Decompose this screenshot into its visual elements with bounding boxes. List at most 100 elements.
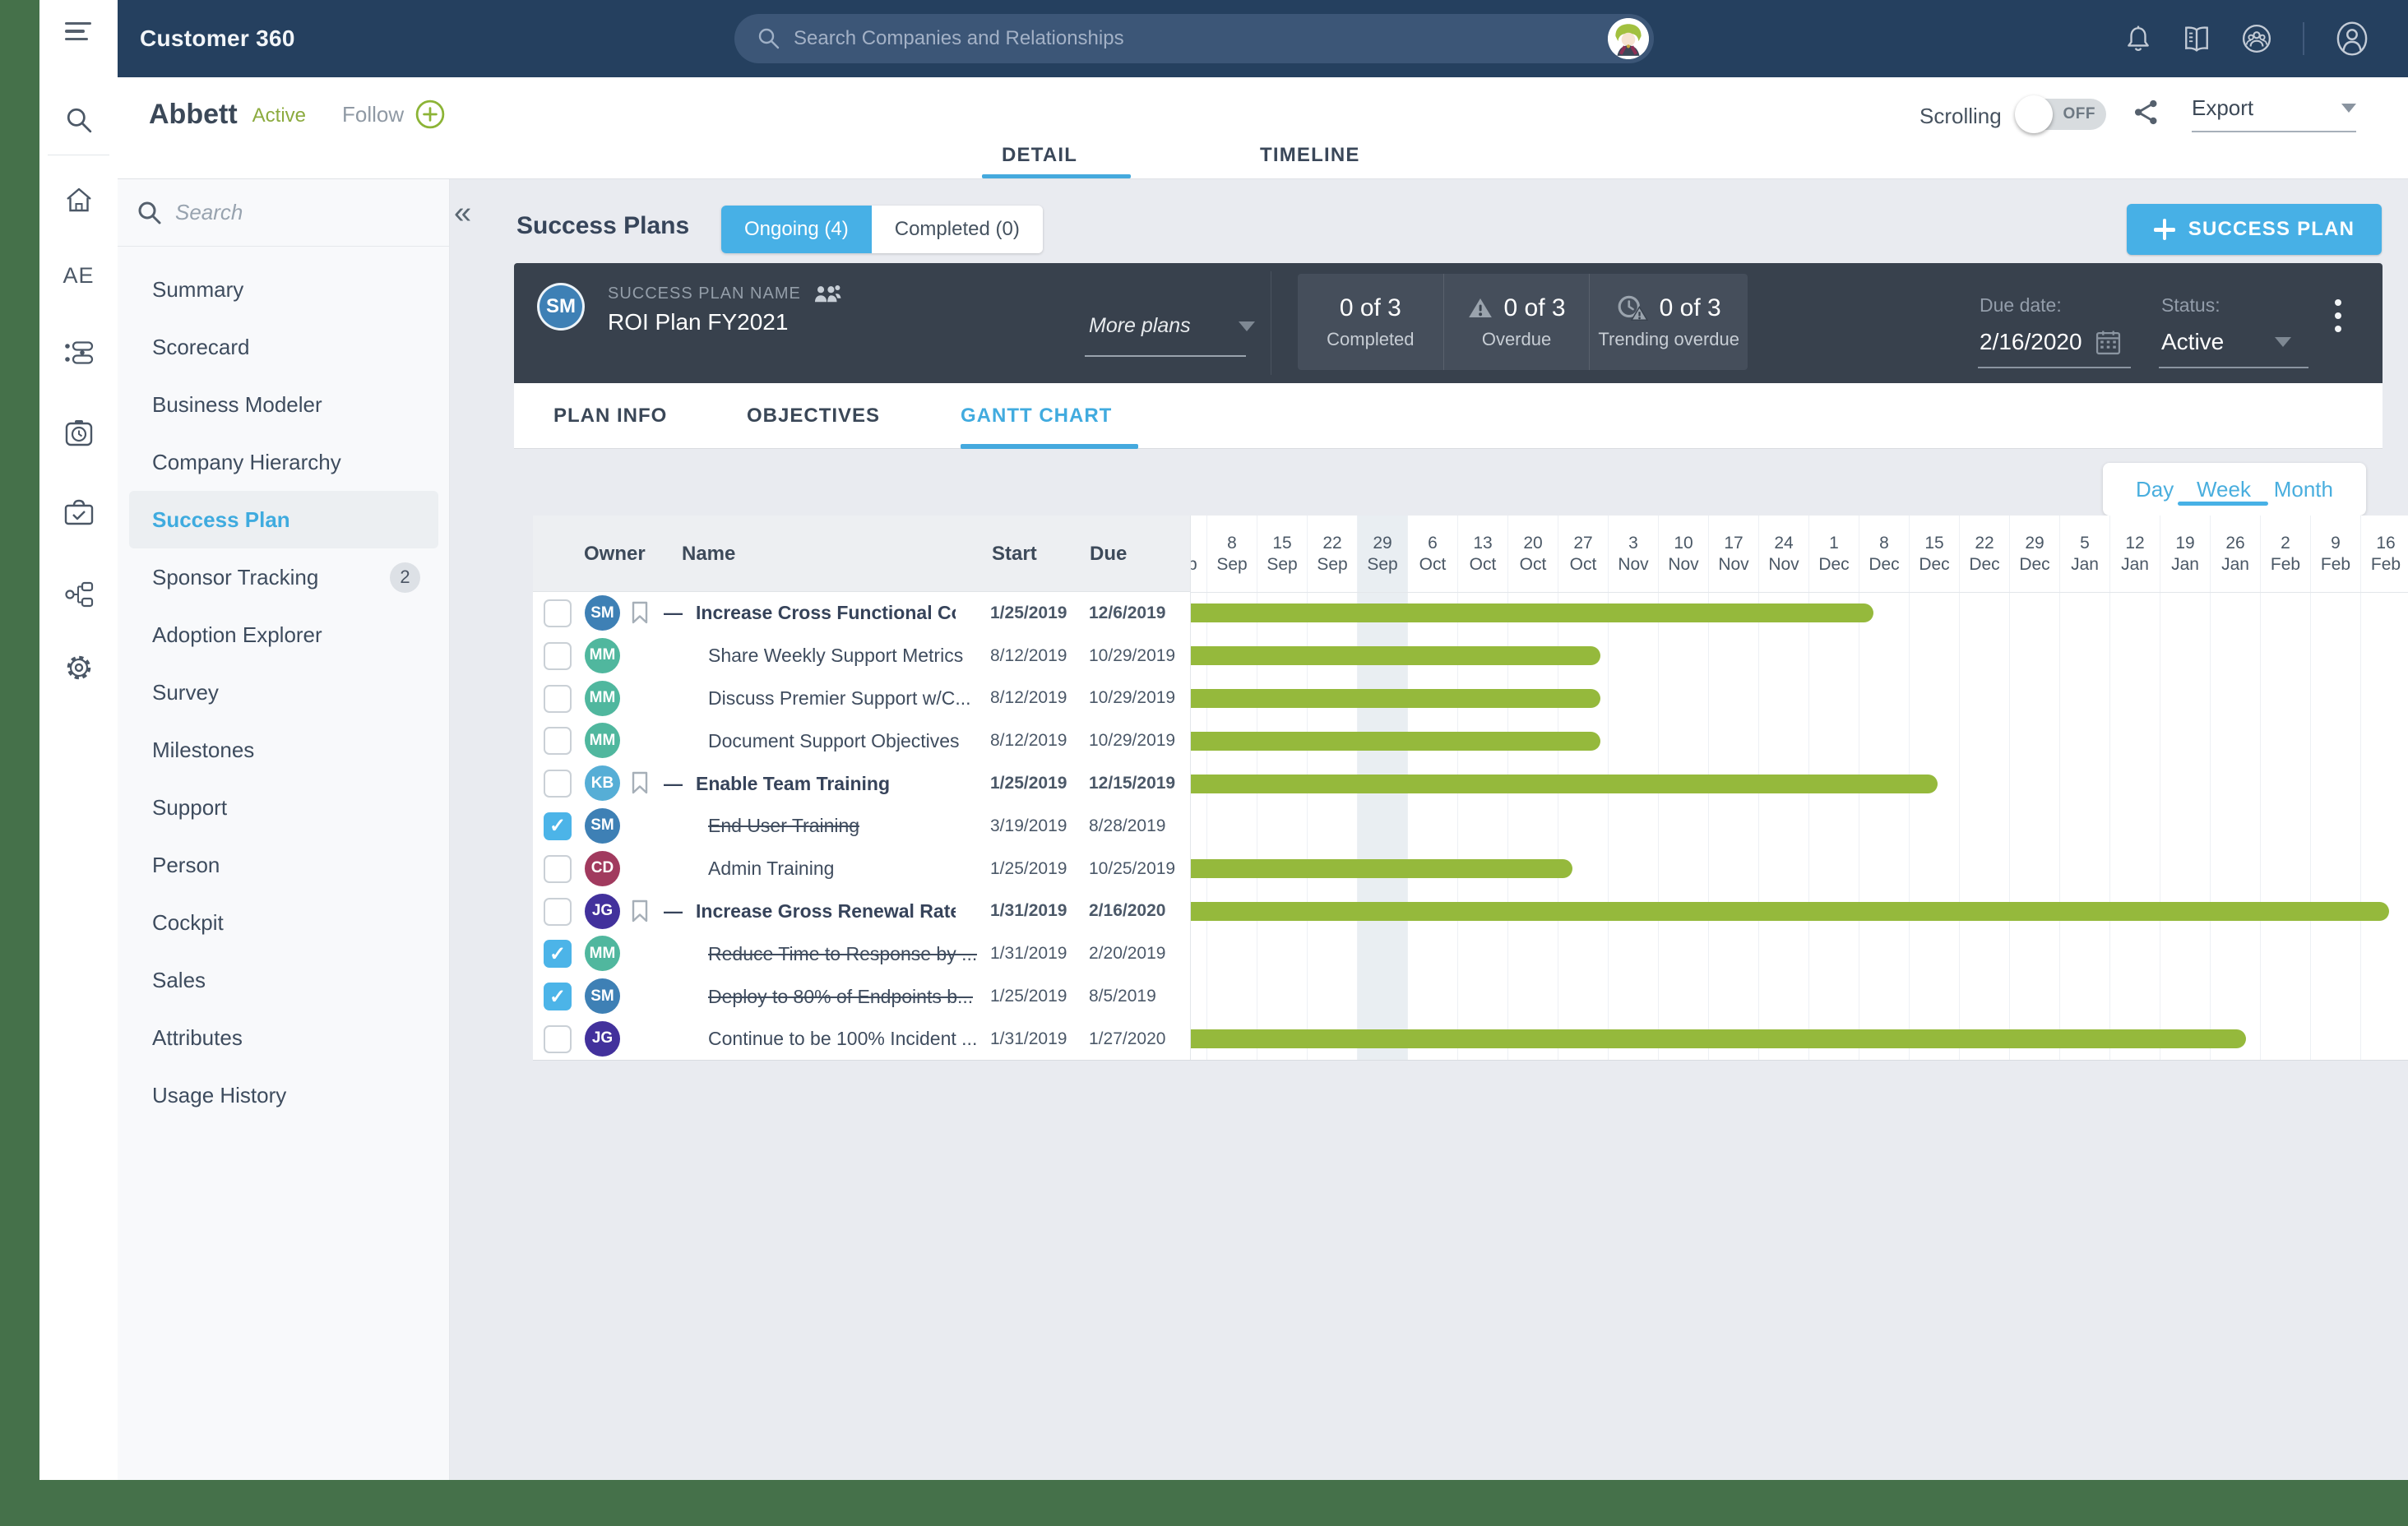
gantt-bar[interactable]	[1191, 646, 1600, 665]
tab-detail[interactable]: DETAIL	[1002, 135, 1077, 176]
task-due-date: 10/29/2019	[1089, 719, 1175, 762]
tasks-briefcase-icon[interactable]	[39, 489, 118, 535]
task-checkbox[interactable]	[544, 898, 572, 926]
assistant-avatar[interactable]	[1608, 18, 1649, 59]
org-chart-icon[interactable]	[39, 571, 118, 617]
gantt-bar[interactable]	[1191, 689, 1600, 708]
task-name[interactable]: End User Training	[708, 805, 859, 848]
due-date-value[interactable]: 2/16/2020	[1980, 329, 2121, 355]
plan-owner-avatar: SM	[537, 283, 585, 331]
collaborators-people-icon[interactable]	[813, 284, 842, 303]
task-name[interactable]: —Enable Team Training	[664, 762, 890, 805]
tab-plan-info[interactable]: PLAN INFO	[553, 383, 667, 449]
sidebar-search-input[interactable]	[175, 200, 373, 225]
task-name[interactable]: —Increase Gross Renewal Rate b...	[664, 890, 956, 933]
more-plans-dropdown[interactable]: More plans	[1089, 314, 1255, 338]
task-name[interactable]: —Increase Cross Functional Colla...	[664, 592, 956, 635]
filter-ongoing[interactable]: Ongoing (4)	[721, 206, 872, 253]
queue-icon[interactable]	[39, 330, 118, 376]
task-name[interactable]: Discuss Premier Support w/C...	[708, 677, 971, 720]
sidebar-search[interactable]	[118, 179, 449, 247]
owner-avatar: SM	[585, 808, 620, 844]
task-checkbox[interactable]	[544, 983, 572, 1010]
settings-gear-icon[interactable]	[39, 645, 118, 691]
sidebar-item-support[interactable]: Support	[129, 779, 438, 836]
export-dropdown[interactable]: Export	[2192, 95, 2356, 132]
task-checkbox[interactable]	[544, 727, 572, 755]
gantt-bar[interactable]	[1191, 775, 1938, 793]
zoom-week[interactable]: Week	[2197, 463, 2251, 516]
status-dropdown[interactable]: Active	[2161, 329, 2291, 355]
task-checkbox[interactable]	[544, 642, 572, 670]
calendar-icon[interactable]	[2095, 330, 2121, 355]
sidebar-item-summary[interactable]: Summary	[129, 261, 438, 318]
toggle-knob[interactable]	[2015, 95, 2053, 133]
ae-module-icon[interactable]: AE	[39, 252, 118, 298]
kebab-menu-icon[interactable]	[2322, 299, 2355, 349]
tab-objectives[interactable]: OBJECTIVES	[747, 383, 880, 449]
task-checkbox[interactable]	[544, 599, 572, 627]
task-checkbox[interactable]	[544, 940, 572, 968]
add-success-plan-button[interactable]: SUCCESS PLAN	[2127, 204, 2382, 255]
task-checkbox[interactable]	[544, 685, 572, 713]
task-name[interactable]: Share Weekly Support Metrics	[708, 635, 963, 677]
sidebar-item-success-plan[interactable]: Success Plan	[129, 491, 438, 548]
tab-gantt-chart[interactable]: GANTT CHART	[961, 383, 1112, 449]
search-input[interactable]	[794, 27, 1654, 50]
bookmark-icon[interactable]	[631, 899, 649, 923]
plan-tabs-bar: PLAN INFO OBJECTIVES GANTT CHART	[514, 383, 2383, 449]
hamburger-menu-icon[interactable]	[39, 13, 118, 49]
home-icon[interactable]	[39, 177, 118, 223]
gantt-bar[interactable]	[1191, 902, 2389, 921]
scrolling-toggle[interactable]: OFF	[2017, 99, 2106, 130]
active-zoom-underline	[2178, 502, 2268, 506]
community-people-icon[interactable]	[2242, 24, 2271, 53]
gantt-bar[interactable]	[1191, 732, 1600, 751]
follow-plus-icon[interactable]	[415, 99, 445, 129]
sidebar-collapse-icon[interactable]: «	[454, 197, 471, 229]
knowledge-book-icon[interactable]	[2183, 25, 2211, 53]
gantt-bar[interactable]	[1191, 1029, 2246, 1048]
user-avatar-icon[interactable]	[2336, 21, 2369, 56]
sidebar-item-attributes[interactable]: Attributes	[129, 1009, 438, 1066]
sidebar-item-company-hierarchy[interactable]: Company Hierarchy	[129, 433, 438, 491]
timeline-week-label: 10Nov	[1659, 516, 1708, 592]
export-underline	[2192, 131, 2356, 132]
global-search-icon[interactable]	[39, 97, 118, 143]
share-icon[interactable]	[2132, 99, 2160, 126]
gantt-bar[interactable]	[1191, 603, 1873, 622]
sidebar-item-sales[interactable]: Sales	[129, 951, 438, 1009]
zoom-day[interactable]: Day	[2136, 463, 2174, 516]
task-name[interactable]: Deploy to 80% of Endpoints b...	[708, 975, 973, 1018]
filter-completed[interactable]: Completed (0)	[872, 206, 1043, 253]
gantt-bar[interactable]	[1191, 859, 1572, 878]
task-checkbox[interactable]	[544, 1025, 572, 1053]
sidebar-item-usage-history[interactable]: Usage History	[129, 1066, 438, 1124]
bookmark-icon[interactable]	[631, 601, 649, 624]
sidebar-item-survey[interactable]: Survey	[129, 664, 438, 721]
timeline-timer-icon[interactable]	[39, 409, 118, 455]
sidebar-item-scorecard[interactable]: Scorecard	[129, 318, 438, 376]
sidebar-item-cockpit[interactable]: Cockpit	[129, 894, 438, 951]
summary-dash-icon: —	[664, 773, 683, 795]
sidebar-item-business-modeler[interactable]: Business Modeler	[129, 376, 438, 433]
sidebar-item-milestones[interactable]: Milestones	[129, 721, 438, 779]
task-checkbox[interactable]	[544, 812, 572, 840]
task-name[interactable]: Document Support Objectives	[708, 719, 960, 762]
sidebar-item-sponsor-tracking[interactable]: Sponsor Tracking2	[129, 548, 438, 606]
task-name[interactable]: Continue to be 100% Incident ...	[708, 1018, 977, 1061]
task-checkbox[interactable]	[544, 770, 572, 798]
due-date-underline	[1978, 367, 2131, 368]
task-name[interactable]: Reduce Time to Response by ...	[708, 932, 977, 975]
global-search-bar[interactable]	[734, 14, 1654, 63]
tab-timeline[interactable]: TIMELINE	[1260, 135, 1360, 176]
notifications-bell-icon[interactable]	[2125, 25, 2151, 53]
sidebar-item-person[interactable]: Person	[129, 836, 438, 894]
follow-label[interactable]: Follow	[342, 102, 404, 127]
task-name-text: Document Support Objectives	[708, 730, 960, 752]
bookmark-icon[interactable]	[631, 771, 649, 794]
task-checkbox[interactable]	[544, 855, 572, 883]
zoom-month[interactable]: Month	[2274, 463, 2333, 516]
sidebar-item-adoption-explorer[interactable]: Adoption Explorer	[129, 606, 438, 664]
task-name[interactable]: Admin Training	[708, 848, 834, 890]
